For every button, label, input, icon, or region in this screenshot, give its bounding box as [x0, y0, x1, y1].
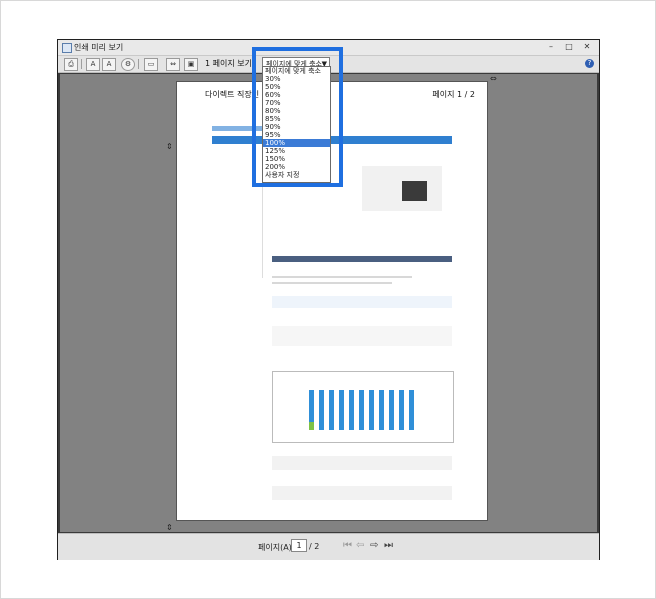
header-footer-icon[interactable]: ▭	[144, 58, 158, 71]
page-setup-icon[interactable]: ⚙	[121, 58, 135, 71]
portrait-icon[interactable]: A	[86, 58, 100, 71]
chart-bar	[359, 390, 364, 430]
page-label: 페이지(A)	[258, 543, 292, 552]
text-line	[272, 276, 412, 278]
info-bar	[272, 256, 452, 262]
toolbar-separator	[81, 59, 82, 69]
text-line	[272, 282, 392, 284]
maximize-button[interactable]: □	[560, 41, 578, 53]
chart-bar	[399, 390, 404, 430]
full-page-icon[interactable]: ▣	[184, 58, 198, 71]
last-page-icon[interactable]: ⏭	[384, 540, 393, 551]
page-view-dropdown[interactable]: 1 페이지 보기	[205, 58, 252, 69]
status-bar: 페이지(A) 1 / 2 ⏮ ⇦ ⇨ ⏭	[58, 533, 599, 560]
top-margin-handle-icon[interactable]: ⇕	[166, 142, 173, 151]
page-indicator: 페이지 1 / 2	[432, 90, 475, 99]
print-icon[interactable]: ⎙	[64, 58, 78, 71]
conditions-table	[272, 326, 452, 346]
previous-page-icon[interactable]: ⇦	[356, 540, 364, 551]
chart-bar	[389, 390, 394, 430]
toolbar-separator	[138, 59, 139, 69]
chart-bar	[339, 390, 344, 430]
services-row	[272, 486, 452, 500]
chart-bar	[349, 390, 354, 430]
next-page-icon[interactable]: ⇨	[370, 540, 378, 551]
rate-info	[272, 296, 452, 308]
help-icon[interactable]: ?	[585, 59, 594, 68]
page-total: / 2	[309, 542, 320, 551]
chart-bar	[329, 390, 334, 430]
chart-bar	[319, 390, 324, 430]
landscape-icon[interactable]: A	[102, 58, 116, 71]
chart-bar-green	[309, 422, 314, 430]
window-controls: – □ ✕	[542, 41, 596, 53]
page-number-input[interactable]: 1	[291, 539, 307, 552]
minimize-button[interactable]: –	[542, 41, 560, 53]
right-margin-handle-icon[interactable]: ⇔	[490, 74, 497, 83]
chart-bar	[379, 390, 384, 430]
close-button[interactable]: ✕	[578, 41, 596, 53]
steps-row	[272, 456, 452, 470]
full-width-icon[interactable]: ⇔	[166, 58, 180, 71]
highlight-box	[252, 47, 343, 187]
first-page-icon[interactable]: ⏮	[343, 540, 352, 551]
chart-box	[272, 371, 454, 443]
bottom-margin-handle-icon[interactable]: ⇕	[166, 523, 173, 532]
briefcase-icon	[402, 181, 427, 201]
bar-chart	[309, 384, 419, 430]
window-title: 인쇄 미리 보기	[74, 43, 124, 52]
chart-bar	[369, 390, 374, 430]
app-icon	[62, 43, 72, 53]
chart-bar	[409, 390, 414, 430]
